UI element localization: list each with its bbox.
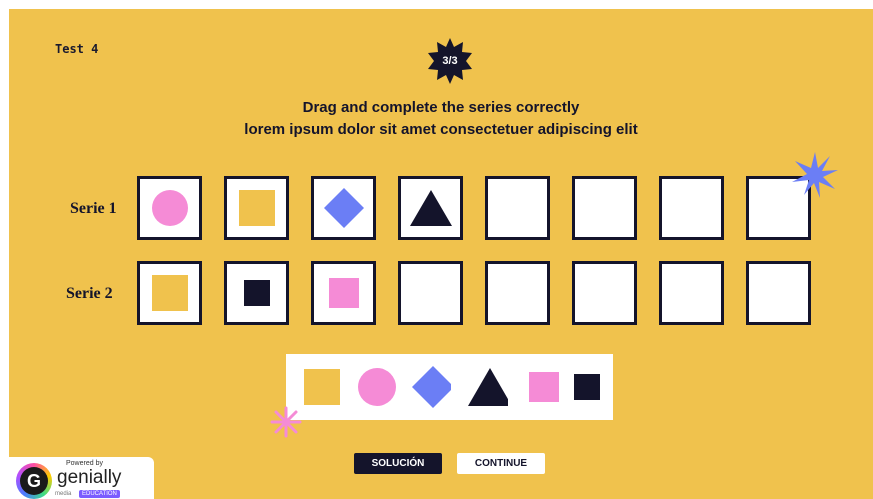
shape-tray (286, 354, 613, 420)
blue-diamond-icon (412, 366, 451, 408)
blue-diamond-icon (323, 188, 364, 228)
yellow-square-icon (238, 190, 275, 226)
brand-name: genially (57, 467, 122, 488)
genially-logo-icon: G (16, 463, 52, 499)
serie-1-cell-2 (224, 176, 289, 240)
serie-2-drop-slot-6[interactable] (572, 261, 637, 325)
navy-triangle-icon (468, 368, 508, 406)
serie-2-cell-1 (137, 261, 202, 325)
blue-starburst-icon (792, 152, 838, 198)
solution-button[interactable]: SOLUCIÓN (354, 453, 442, 474)
serie-2-cell-3 (311, 261, 376, 325)
serie-2-drop-slot-5[interactable] (485, 261, 550, 325)
serie-1-label: Serie 1 (70, 200, 117, 217)
draggable-pink-circle[interactable] (357, 367, 397, 407)
yellow-square-icon (151, 275, 188, 311)
draggable-yellow-square[interactable] (302, 367, 342, 407)
navy-triangle-icon (409, 190, 452, 226)
education-badge: EDUCATION (79, 490, 120, 498)
draggable-pink-square[interactable] (524, 367, 564, 407)
continue-button[interactable]: CONTINUE (457, 453, 545, 474)
brand-prefix: media (55, 491, 72, 497)
draggable-blue-diamond[interactable] (411, 366, 451, 408)
serie-2-drop-slot-8[interactable] (746, 261, 811, 325)
genially-logo[interactable]: G Powered by genially media EDUCATION (9, 457, 154, 499)
pink-circle-icon (151, 190, 188, 226)
draggable-navy-small-square[interactable] (567, 367, 607, 407)
pink-circle-icon (358, 368, 396, 406)
instruction-subtitle: lorem ipsum dolor sit amet consectetuer … (244, 121, 638, 138)
test-label: Test 4 (55, 42, 99, 56)
pink-square-icon (328, 278, 359, 308)
serie-1-cell-4 (398, 176, 463, 240)
serie-1-drop-slot-5[interactable] (485, 176, 550, 240)
draggable-navy-triangle[interactable] (468, 367, 508, 407)
serie-2-drop-slot-7[interactable] (659, 261, 724, 325)
navy-small-square-icon (574, 374, 600, 400)
yellow-square-icon (304, 369, 340, 405)
pink-starburst-icon (270, 406, 302, 438)
serie-2-label: Serie 2 (66, 285, 113, 302)
progress-text: 3/3 (442, 55, 458, 67)
instruction-title: Drag and complete the series correctly (302, 99, 580, 116)
serie-1-cell-3 (311, 176, 376, 240)
activity-stage: Test 4 3/3 Drag and complete the series … (9, 9, 873, 499)
serie-2-drop-slot-4[interactable] (398, 261, 463, 325)
pink-square-icon (529, 372, 559, 402)
powered-by-label: Powered by (66, 460, 103, 467)
navy-small-square-icon (243, 280, 270, 306)
serie-1-drop-slot-6[interactable] (572, 176, 637, 240)
serie-1-cell-1 (137, 176, 202, 240)
serie-1-drop-slot-7[interactable] (659, 176, 724, 240)
progress-badge: 3/3 (427, 38, 473, 84)
serie-2-cell-2 (224, 261, 289, 325)
